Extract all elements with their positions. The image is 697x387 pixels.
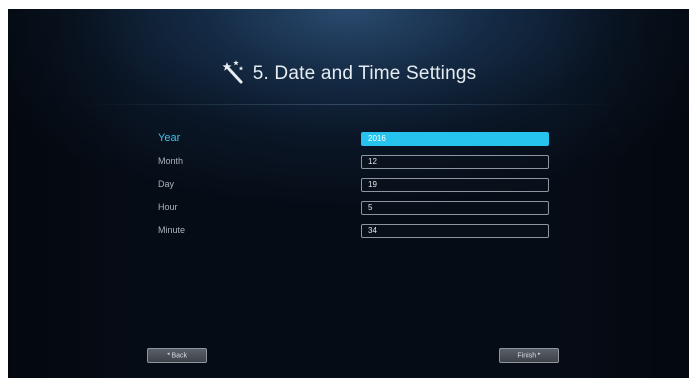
hour-field[interactable]: 5 bbox=[361, 201, 549, 215]
back-button[interactable]: ◂ Back bbox=[147, 348, 207, 363]
finish-button-label: Finish bbox=[517, 352, 537, 360]
setup-screen: 5. Date and Time Settings Year 2016 Mont… bbox=[8, 9, 689, 378]
year-label: Year bbox=[158, 132, 181, 144]
day-label: Day bbox=[158, 179, 175, 189]
hour-label: Hour bbox=[158, 202, 178, 212]
magic-wand-icon bbox=[222, 60, 243, 84]
day-field[interactable]: 19 bbox=[361, 178, 549, 192]
year-field[interactable]: 2016 bbox=[361, 132, 549, 146]
back-arrow-icon: ◂ bbox=[166, 351, 170, 357]
finish-button[interactable]: Finish ▸ bbox=[499, 348, 559, 363]
page-title: 5. Date and Time Settings bbox=[252, 63, 477, 84]
page-header: 5. Date and Time Settings bbox=[8, 60, 689, 87]
month-label: Month bbox=[158, 156, 184, 166]
minute-field[interactable]: 34 bbox=[361, 224, 549, 238]
back-button-label: Back bbox=[171, 352, 188, 360]
minute-label: Minute bbox=[158, 225, 186, 235]
finish-arrow-icon: ▸ bbox=[538, 351, 541, 357]
header-divider bbox=[78, 104, 619, 105]
month-field[interactable]: 12 bbox=[361, 155, 549, 169]
